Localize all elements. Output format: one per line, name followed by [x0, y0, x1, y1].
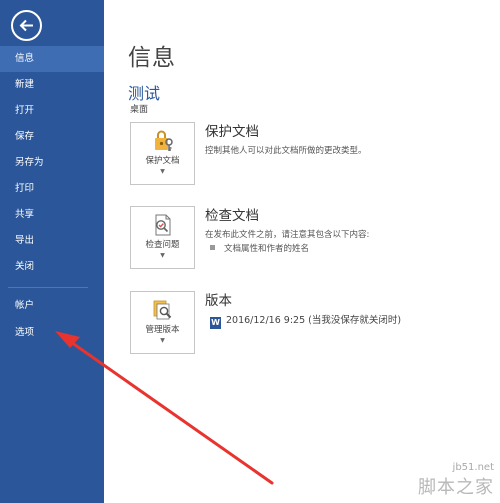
- nav-item-new[interactable]: 新建: [0, 72, 104, 98]
- watermark-brand: 脚本之家: [418, 477, 494, 498]
- inspect-document-bullet-text: 文档属性和作者的姓名: [224, 244, 310, 254]
- nav-item-options[interactable]: 选项: [0, 320, 104, 346]
- inspect-document-bullet: 文档属性和作者的姓名: [210, 242, 309, 254]
- back-arrow-icon: [19, 19, 33, 32]
- nav-item-export[interactable]: 导出: [0, 228, 104, 254]
- bullet-square-icon: [210, 245, 215, 250]
- lock-key-icon: [155, 130, 173, 151]
- site-watermark: jb51.net 脚本之家: [384, 462, 494, 499]
- inspect-document-title: 检查文档: [205, 208, 259, 224]
- document-name: 测试: [128, 84, 161, 103]
- chevron-down-icon: ▼: [160, 168, 165, 175]
- nav-divider: [8, 287, 88, 288]
- inspect-document-icon: [155, 214, 171, 236]
- manage-versions-button[interactable]: 管理版本 ▼: [130, 291, 195, 354]
- check-for-issues-button[interactable]: 检查问题 ▼: [130, 206, 195, 269]
- nav-item-close[interactable]: 关闭: [0, 254, 104, 280]
- manage-versions-icon: [153, 300, 172, 320]
- protect-document-button-label: 保护文档: [145, 156, 180, 166]
- inspect-document-description: 在发布此文件之前，请注意其包含以下内容:: [205, 230, 370, 240]
- page-title: 信息: [128, 45, 176, 71]
- check-for-issues-button-label: 检查问题: [145, 240, 180, 250]
- nav-item-open[interactable]: 打开: [0, 98, 104, 124]
- nav-item-account[interactable]: 帐户: [0, 293, 104, 319]
- version-entry[interactable]: W 2016/12/16 9:25 (当我没保存就关闭时): [210, 312, 401, 329]
- versions-title: 版本: [205, 293, 232, 309]
- chevron-down-icon: ▼: [160, 337, 165, 344]
- nav-item-save-as[interactable]: 另存为: [0, 150, 104, 176]
- version-entry-text: 2016/12/16 9:25 (当我没保存就关闭时): [226, 315, 402, 326]
- nav-item-print[interactable]: 打印: [0, 176, 104, 202]
- nav-item-save[interactable]: 保存: [0, 124, 104, 150]
- document-path: 桌面: [130, 105, 149, 115]
- watermark-url: jb51.net: [452, 462, 494, 473]
- word-document-icon: W: [210, 317, 221, 329]
- manage-versions-button-label: 管理版本: [145, 325, 180, 335]
- protect-document-button[interactable]: 保护文档 ▼: [130, 122, 195, 185]
- protect-document-description: 控制其他人可以对此文档所做的更改类型。: [205, 146, 367, 156]
- protect-document-title: 保护文档: [205, 124, 259, 140]
- nav-item-info[interactable]: 信息: [0, 46, 104, 72]
- chevron-down-icon: ▼: [160, 252, 165, 259]
- nav-item-share[interactable]: 共享: [0, 202, 104, 228]
- back-button[interactable]: [11, 10, 42, 41]
- backstage-sidebar: 信息 新建 打开 保存 另存为 打印 共享 导出 关闭 帐户 选项: [0, 0, 104, 503]
